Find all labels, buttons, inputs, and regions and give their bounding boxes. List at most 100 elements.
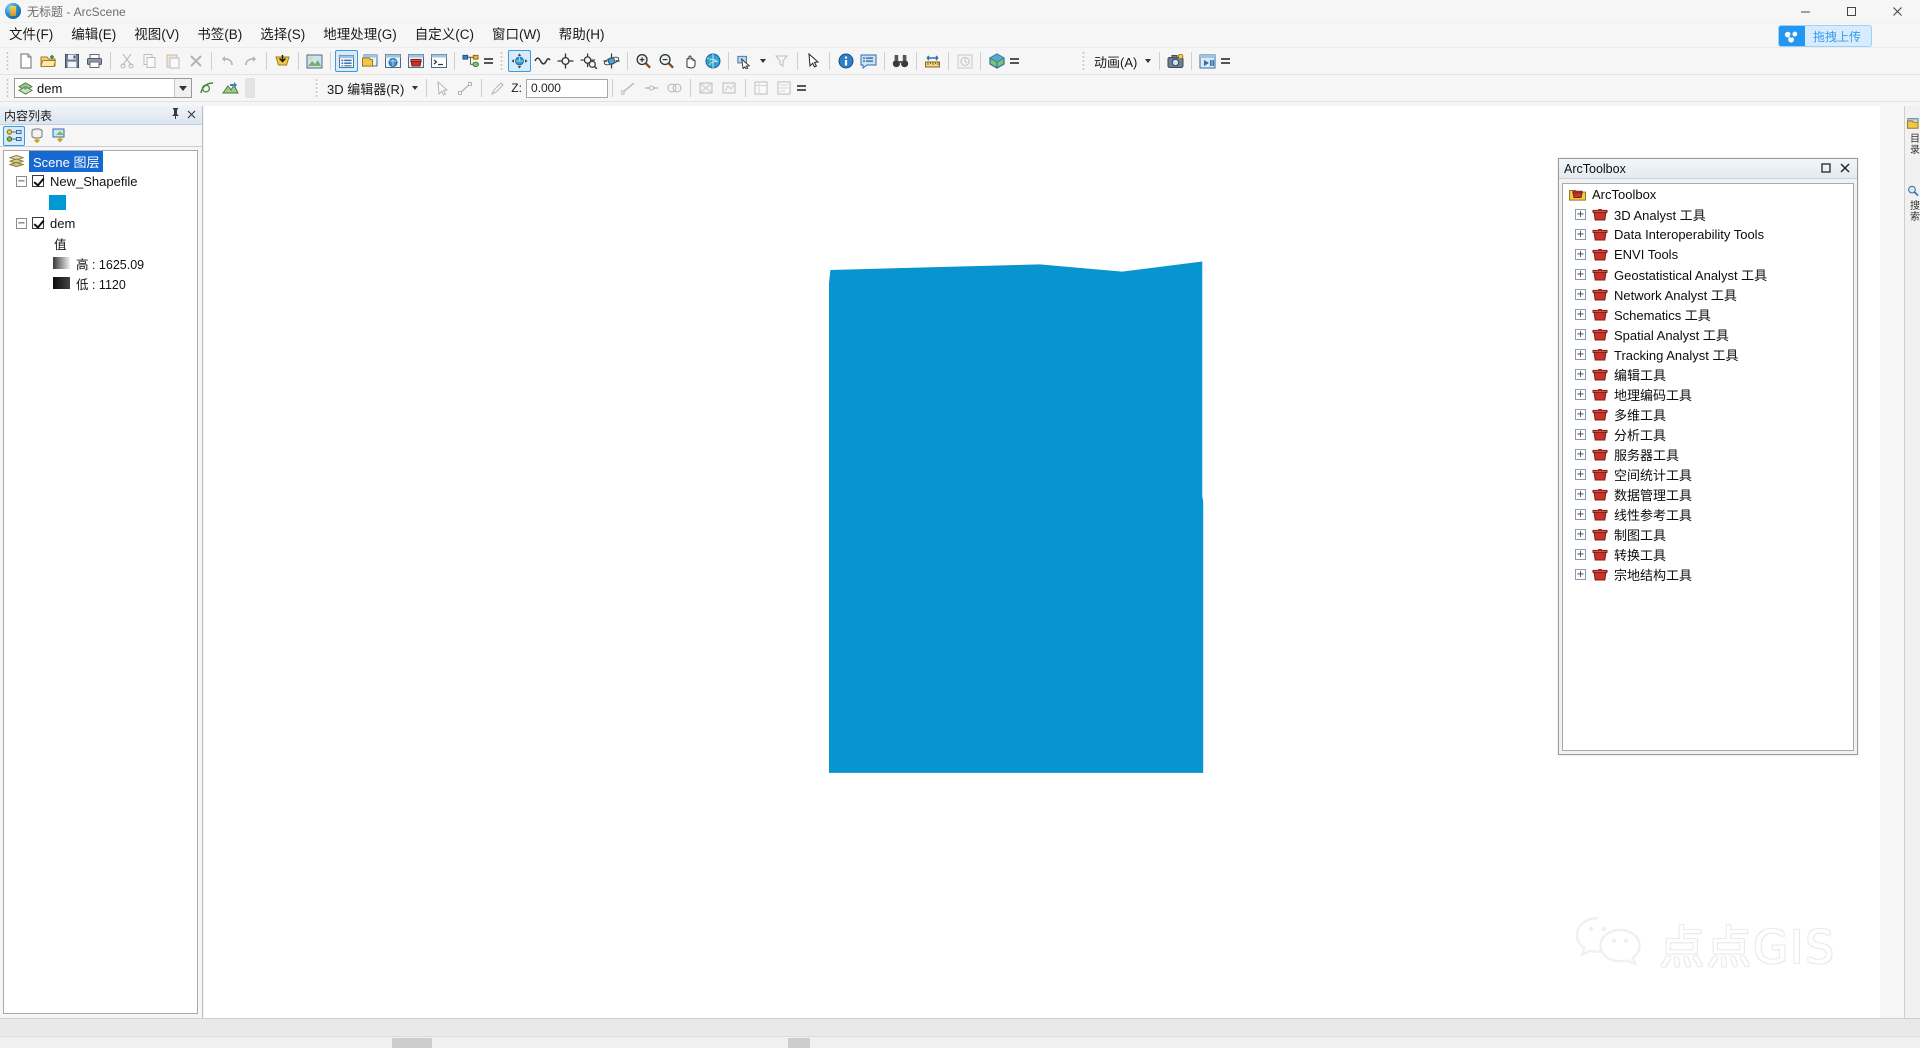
find-button[interactable] [889, 50, 912, 72]
chevron-down-icon[interactable] [412, 86, 419, 90]
toolbar-overflow-button[interactable] [1008, 50, 1020, 72]
toolbar-grip[interactable] [312, 78, 320, 98]
zoom-to-target-button[interactable] [577, 50, 600, 72]
menu-help[interactable]: 帮助(H) [550, 24, 614, 46]
maximize-button[interactable] [1828, 0, 1874, 23]
horizontal-scrollbar[interactable] [0, 1036, 1920, 1048]
polygon-swatch[interactable] [49, 194, 66, 210]
expander-icon[interactable]: + [1575, 248, 1586, 260]
pan-button[interactable] [678, 50, 701, 72]
expander-icon[interactable]: − [16, 175, 27, 187]
scene-properties-button[interactable] [985, 50, 1008, 72]
drape-button[interactable] [219, 77, 242, 99]
layer-dropdown[interactable]: dem [14, 78, 192, 98]
capture-view-button[interactable] [1164, 50, 1187, 72]
arctoolbox-root-row[interactable]: ArcToolbox [1563, 184, 1853, 204]
expander-icon[interactable]: + [1575, 268, 1586, 280]
menu-geoprocessing[interactable]: 地理处理(G) [314, 24, 406, 46]
3d-editor-menu-label[interactable]: 3D 编辑器(R) [323, 79, 408, 98]
scrollbar-thumb-secondary[interactable] [788, 1038, 810, 1048]
save-document-button[interactable] [60, 50, 83, 72]
arctoolbox-item-editing-tools[interactable]: + 编辑工具 [1563, 364, 1853, 384]
arctoolbox-item-multidimension-tools[interactable]: + 多维工具 [1563, 404, 1853, 424]
menu-file[interactable]: 文件(F) [0, 24, 62, 46]
print-button[interactable] [83, 50, 106, 72]
arctoolbox-item-tracking-analyst[interactable]: + Tracking Analyst 工具 [1563, 344, 1853, 364]
model-builder-button[interactable] [459, 50, 482, 72]
open-document-button[interactable] [37, 50, 60, 72]
close-icon[interactable] [1840, 162, 1850, 176]
minimize-button[interactable] [1782, 0, 1828, 23]
search-dock-tab[interactable]: 搜索 [1906, 185, 1920, 222]
menu-selection[interactable]: 选择(S) [251, 24, 314, 46]
animation-menu-label[interactable]: 动画(A) [1090, 52, 1141, 71]
menu-view[interactable]: 视图(V) [125, 24, 188, 46]
menu-window[interactable]: 窗口(W) [483, 24, 550, 46]
menu-customize[interactable]: 自定义(C) [406, 24, 483, 46]
python-window-button[interactable] [427, 50, 450, 72]
expander-icon[interactable]: + [1575, 568, 1586, 580]
arctoolbox-item-server-tools[interactable]: + 服务器工具 [1563, 444, 1853, 464]
expander-icon[interactable]: + [1575, 408, 1586, 420]
arctoolbox-item-spatial-statistics-tools[interactable]: + 空间统计工具 [1563, 464, 1853, 484]
expander-icon[interactable]: + [1575, 488, 1586, 500]
toc-tree[interactable]: Scene 图层 − New_Shapefile − dem 值 高: 162… [3, 150, 198, 1014]
expander-icon[interactable]: + [1575, 208, 1586, 220]
toolbar-overflow-button[interactable] [796, 77, 808, 99]
expander-icon[interactable]: + [1575, 468, 1586, 480]
select-features-button[interactable] [733, 50, 756, 72]
add-data-button[interactable] [271, 50, 294, 72]
arctoolbox-item-spatial-analyst[interactable]: + Spatial Analyst 工具 [1563, 324, 1853, 344]
arctoolbox-item-envi-tools[interactable]: + ENVI Tools [1563, 244, 1853, 264]
expander-icon[interactable]: + [1575, 288, 1586, 300]
full-extent-button[interactable] [701, 50, 724, 72]
navigate-tool-button[interactable] [508, 50, 531, 72]
center-on-target-button[interactable] [554, 50, 577, 72]
menu-edit[interactable]: 编辑(E) [62, 24, 125, 46]
scrollbar-thumb[interactable] [392, 1038, 432, 1048]
zoom-out-button[interactable] [655, 50, 678, 72]
measure-button[interactable] [921, 50, 944, 72]
table-of-contents-button[interactable] [335, 50, 358, 72]
expander-icon[interactable]: − [16, 217, 27, 229]
fly-tool-button[interactable] [531, 50, 554, 72]
arctoolbox-item-data-interoperability[interactable]: + Data Interoperability Tools [1563, 224, 1853, 244]
catalog-button[interactable] [358, 50, 381, 72]
animation-controls-button[interactable] [1196, 50, 1219, 72]
catalog-dock-tab[interactable]: 目录 [1906, 118, 1920, 155]
pin-icon[interactable] [171, 108, 180, 122]
dem-surface[interactable] [829, 261, 1204, 773]
toolbar-grip[interactable] [497, 51, 505, 71]
zoom-in-button[interactable] [632, 50, 655, 72]
toolbar-overflow-button[interactable] [1219, 50, 1231, 72]
expander-icon[interactable]: + [1575, 368, 1586, 380]
toc-layer-row-new-shapefile[interactable]: − New_Shapefile [4, 171, 197, 191]
layer-visibility-checkbox[interactable] [32, 217, 44, 229]
expander-icon[interactable]: + [1575, 508, 1586, 520]
html-popup-button[interactable] [857, 50, 880, 72]
toolbar-overflow-button[interactable] [482, 50, 494, 72]
toolbar-grip[interactable] [3, 51, 11, 71]
identify-button[interactable] [834, 50, 857, 72]
list-by-selection-button[interactable] [49, 126, 71, 146]
arctoolbox-item-geocoding-tools[interactable]: + 地理编码工具 [1563, 384, 1853, 404]
set-observer-button[interactable] [600, 50, 623, 72]
expander-icon[interactable]: + [1575, 328, 1586, 340]
toc-root-row[interactable]: Scene 图层 [4, 151, 197, 172]
layer-dropdown-arrow[interactable] [174, 79, 191, 97]
layer-visibility-checkbox[interactable] [32, 175, 44, 187]
toc-layer-row-dem[interactable]: − dem [4, 213, 197, 233]
arctoolbox-item-schematics[interactable]: + Schematics 工具 [1563, 304, 1853, 324]
select-elements-button[interactable] [802, 50, 825, 72]
toolbar-grip[interactable] [3, 78, 11, 98]
arctoolbox-tree[interactable]: ArcToolbox + 3D Analyst 工具 + Data Intero… [1562, 183, 1854, 751]
expander-icon[interactable]: + [1575, 388, 1586, 400]
arctoolbox-item-cartography-tools[interactable]: + 制图工具 [1563, 524, 1853, 544]
expander-icon[interactable]: + [1575, 548, 1586, 560]
restore-icon[interactable] [1821, 162, 1831, 176]
base-layer-button[interactable] [303, 50, 326, 72]
expander-icon[interactable]: + [1575, 428, 1586, 440]
arctoolbox-item-geostatistical-analyst[interactable]: + Geostatistical Analyst 工具 [1563, 264, 1853, 284]
chevron-down-icon[interactable] [1145, 59, 1152, 63]
chevron-down-icon[interactable] [760, 59, 766, 63]
